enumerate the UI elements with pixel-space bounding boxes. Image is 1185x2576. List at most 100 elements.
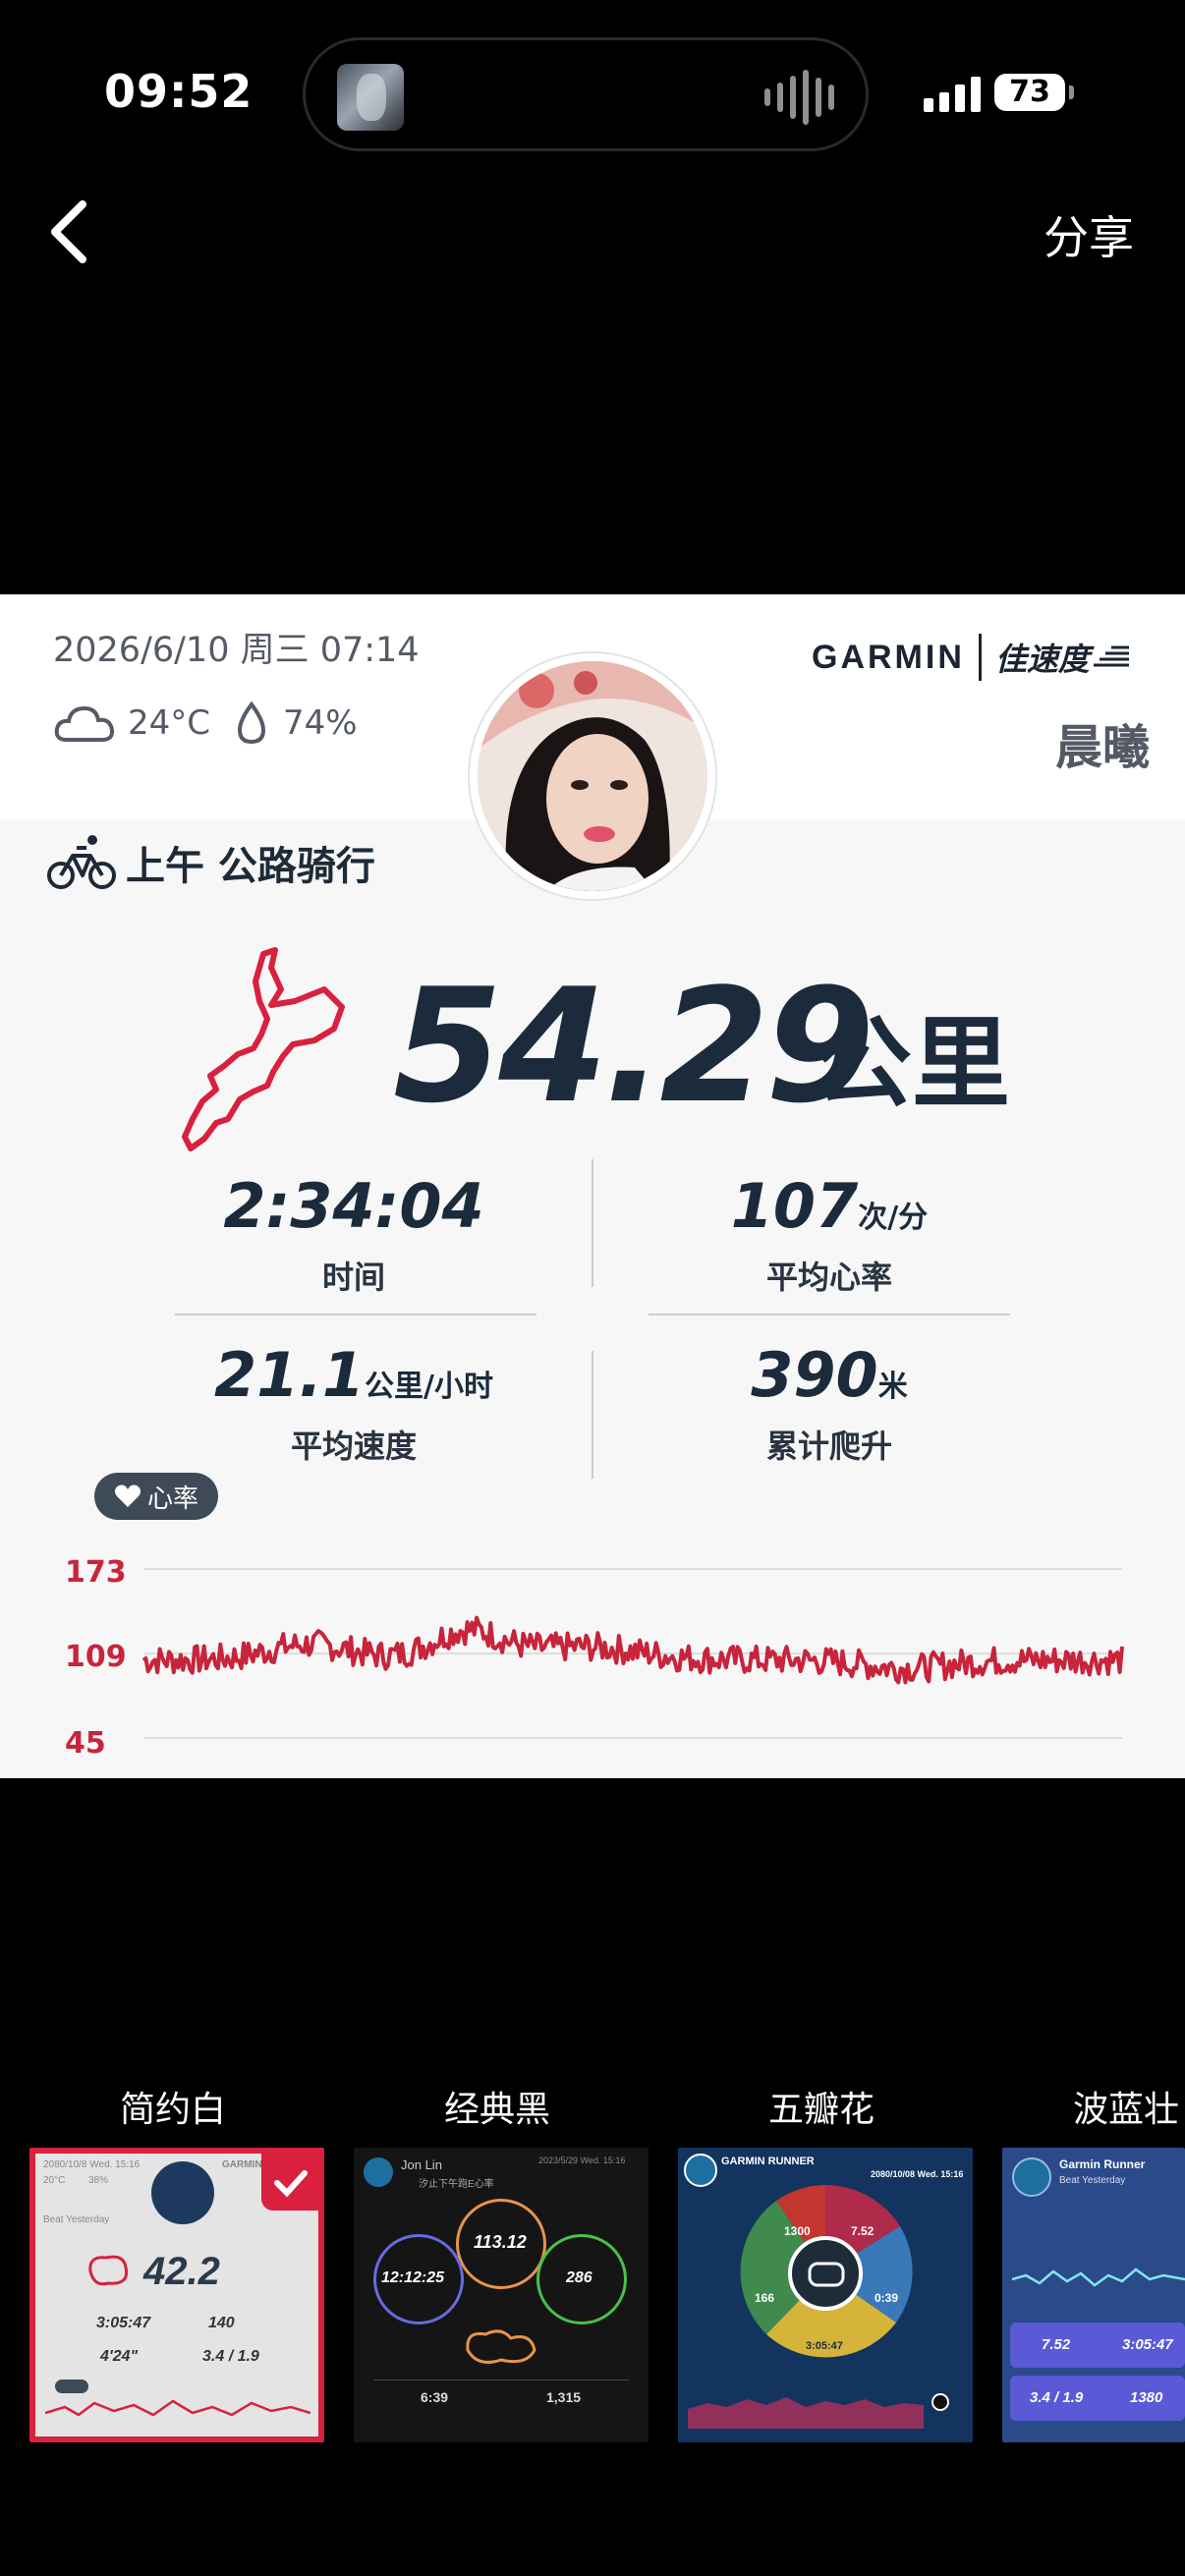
stat-duration: 2:34:04 时间	[177, 1176, 531, 1298]
preview-value: 6:39	[421, 2389, 449, 2405]
preview-petal-chart	[740, 2185, 913, 2358]
preview-value: 286	[566, 2269, 592, 2286]
now-playing-artwork	[337, 64, 404, 131]
preview-avatar	[1012, 2157, 1051, 2197]
preview-hr-line	[45, 2399, 310, 2417]
activity-type: 上午 公路骑行	[47, 832, 375, 893]
stats-divider-horizontal	[649, 1314, 1010, 1316]
user-name: 晨曦	[1054, 720, 1150, 775]
preview-route-icon	[88, 2255, 129, 2286]
preview-value: 3.4 / 1.9	[1030, 2389, 1084, 2406]
preview-route-icon	[466, 2329, 536, 2364]
stat-label: 平均心率	[765, 1259, 892, 1296]
preview-value: 0:39	[875, 2291, 899, 2305]
partner-logo-text: 佳速度	[994, 641, 1090, 678]
stat-unit: 公里/小时	[365, 1370, 493, 1404]
preview-brand: GARMIN RUNNER	[721, 2156, 815, 2167]
battery-indicator: 73	[994, 74, 1074, 111]
preview-value: 113.12	[474, 2232, 527, 2252]
status-time: 09:52	[104, 65, 254, 118]
template-label[interactable]: 五瓣花	[768, 2081, 875, 2132]
preview-pace: 4'24"	[100, 2348, 139, 2365]
preview-date: 2023/5/29 Wed. 15:16	[538, 2156, 626, 2165]
preview-avatar	[684, 2154, 717, 2187]
preview-brand: GARMIN	[222, 2159, 262, 2170]
heart-rate-badge: 心率	[94, 1473, 218, 1520]
preview-avatar	[151, 2161, 214, 2224]
stat-avg-heart-rate: 107次/分 平均心率	[652, 1176, 1006, 1298]
template-thumb-flower[interactable]: GARMIN RUNNER 2080/10/08 Wed. 15:16 1300…	[678, 2148, 973, 2442]
dynamic-island[interactable]	[303, 37, 869, 151]
preview-value: 1,315	[546, 2389, 582, 2405]
preview-avatar	[364, 2157, 393, 2187]
preview-value: 12:12:25	[381, 2269, 445, 2286]
route-map-icon	[182, 947, 345, 1151]
logo-divider	[978, 634, 982, 681]
garmin-logo: GARMIN 佳速度	[812, 634, 1133, 681]
preview-speed: 3.4 / 1.9	[202, 2348, 259, 2365]
stat-value: 107	[730, 1170, 859, 1242]
humidity: 74%	[283, 703, 358, 743]
activity-date: 2026/6/10 周三 07:14	[53, 631, 420, 670]
stat-unit: 米	[877, 1370, 908, 1404]
preview-value: 1300	[784, 2224, 811, 2238]
preview-value: 7.52	[1042, 2336, 1071, 2353]
preview-distance: 42.2	[143, 2250, 220, 2293]
stat-value: 21.1	[214, 1339, 365, 1411]
back-button[interactable]	[43, 196, 102, 267]
preview-date: 2080/10/8 Wed. 15:16	[43, 2159, 141, 2170]
weather-row: 24°C 74%	[53, 700, 358, 746]
user-avatar	[470, 653, 715, 899]
preview-value: 166	[755, 2291, 775, 2305]
temperature: 24°C	[128, 703, 211, 743]
preview-temp: 20°C	[43, 2175, 66, 2186]
device-icon	[931, 2393, 949, 2411]
stat-elevation-gain: 390米 累计爬升	[652, 1345, 1006, 1467]
audio-waveform-icon	[764, 68, 834, 127]
heart-rate-badge-label: 心率	[146, 1484, 198, 1514]
stat-label: 平均速度	[290, 1428, 417, 1465]
template-thumb-wave-blue[interactable]: Garmin Runner Beat Yesterday 7.52 3:05:4…	[1002, 2148, 1185, 2442]
preview-humidity: 38%	[88, 2175, 109, 2186]
preview-hr-area	[688, 2397, 924, 2429]
heart-rate-chart	[141, 1568, 1124, 1739]
preview-brand: Garmin Runner	[1059, 2157, 1146, 2171]
preview-hr-line	[1012, 2268, 1185, 2287]
template-thumb-black[interactable]: Jon Lin 2023/5/29 Wed. 15:16 汐止下午跑E心率 11…	[354, 2148, 649, 2442]
stats-divider-vertical	[592, 1351, 593, 1479]
stats-divider-horizontal	[175, 1314, 536, 1316]
share-button[interactable]: 分享	[1044, 202, 1134, 267]
template-label[interactable]: 经典黑	[444, 2081, 550, 2132]
garmin-wordmark: GARMIN	[812, 638, 965, 676]
preview-value: 3:05:47	[806, 2340, 843, 2352]
stat-label: 累计爬升	[765, 1428, 892, 1465]
stat-value: 2:34:04	[223, 1170, 484, 1242]
stats-divider-vertical	[592, 1159, 593, 1287]
cellular-signal-icon	[924, 73, 981, 112]
activity-label: 上午 公路骑行	[126, 844, 375, 889]
heart-icon	[114, 1484, 141, 1507]
preview-name: Jon Lin	[401, 2157, 442, 2172]
stat-value: 390	[751, 1339, 878, 1411]
stat-unit: 次/分	[858, 1201, 929, 1235]
partner-wave-icon	[1093, 645, 1129, 667]
share-card: 2026/6/10 周三 07:14 24°C 74% GARMIN 佳速度 晨…	[0, 594, 1185, 1778]
preview-time: 3:05:47	[96, 2315, 151, 2331]
preview-value: 7.52	[851, 2224, 875, 2238]
heart-rate-line	[141, 1615, 1124, 1685]
preview-value: 3:05:47	[1122, 2336, 1173, 2353]
humidity-drop-icon	[238, 700, 266, 745]
preview-beat: Beat Yesterday	[43, 2214, 110, 2225]
selected-check-icon	[261, 2154, 318, 2211]
bicycle-icon	[47, 835, 116, 889]
cloud-icon	[54, 705, 115, 742]
template-label[interactable]: 波蓝壮	[1073, 2081, 1179, 2132]
preview-beat: Beat Yesterday	[1059, 2175, 1126, 2186]
preview-hr: 140	[208, 2315, 235, 2331]
template-label[interactable]: 简约白	[120, 2081, 226, 2132]
template-thumb-white[interactable]: 2080/10/8 Wed. 15:16 GARMIN 20°C 38% Bea…	[29, 2148, 324, 2442]
chevron-left-icon	[51, 200, 86, 263]
distance-value: 54.29	[393, 954, 875, 1138]
preview-date: 2080/10/08 Wed. 15:16	[871, 2169, 964, 2179]
stat-avg-speed: 21.1公里/小时 平均速度	[177, 1345, 531, 1467]
